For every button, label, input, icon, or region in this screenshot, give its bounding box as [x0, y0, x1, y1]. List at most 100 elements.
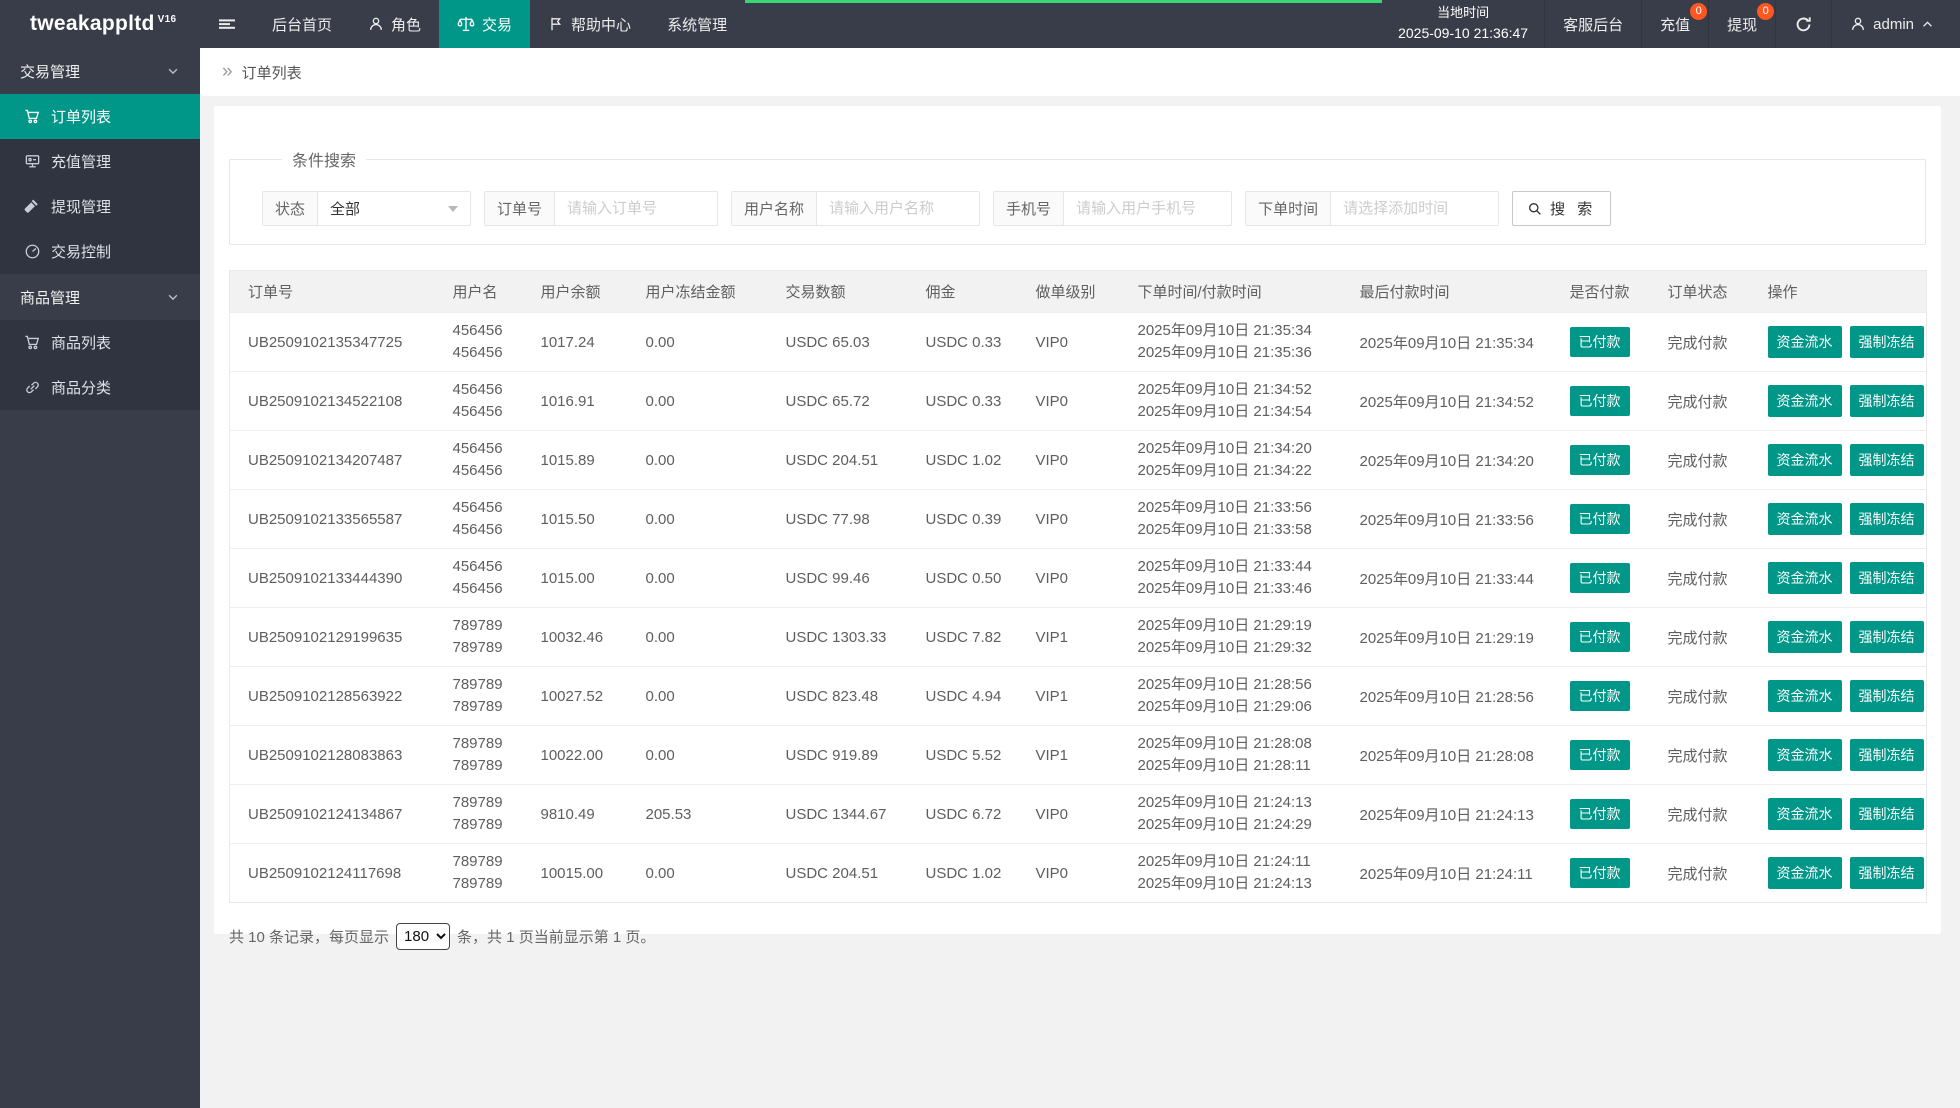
- order-pay-time-cell: 2025年09月10日 21:33:562025年09月10日 21:33:58: [1120, 490, 1342, 549]
- sidebar-group-trade-management[interactable]: 交易管理: [0, 48, 200, 94]
- order-pay-time-cell: 2025年09月10日 21:28:082025年09月10日 21:28:11: [1120, 726, 1342, 785]
- balance-cell: 10027.52: [523, 667, 628, 726]
- order-number-cell: UB2509102134207487: [230, 431, 435, 490]
- search-button[interactable]: 搜 索: [1512, 191, 1611, 226]
- fund-flow-button[interactable]: 资金流水: [1768, 739, 1842, 771]
- force-freeze-button[interactable]: 强制冻结: [1850, 680, 1924, 712]
- vip-level-cell: VIP0: [1018, 785, 1120, 844]
- nav-item-system[interactable]: 系统管理: [649, 0, 745, 48]
- nav-item-dashboard[interactable]: 后台首页: [254, 0, 350, 48]
- sidebar-item-recharge-management[interactable]: 充值管理: [0, 139, 200, 184]
- nav-item-help[interactable]: 帮助中心: [530, 0, 649, 48]
- order-status-cell: 完成付款: [1650, 490, 1750, 549]
- sidebar-item-withdraw-management[interactable]: 提现管理: [0, 184, 200, 229]
- trade-amount-cell: USDC 919.89: [768, 726, 908, 785]
- force-freeze-button[interactable]: 强制冻结: [1850, 562, 1924, 594]
- table-row: UB25091021334443904564564564561015.000.0…: [230, 549, 1927, 608]
- fund-flow-button[interactable]: 资金流水: [1768, 621, 1842, 653]
- trade-amount-cell: USDC 204.51: [768, 844, 908, 903]
- username-line: 456456: [453, 438, 517, 460]
- fund-flow-button[interactable]: 资金流水: [1768, 562, 1842, 594]
- status-select[interactable]: 全部: [318, 192, 470, 225]
- vip-level-cell: VIP0: [1018, 313, 1120, 372]
- sidebar-group-product-management[interactable]: 商品管理: [0, 274, 200, 320]
- force-freeze-button[interactable]: 强制冻结: [1850, 621, 1924, 653]
- table-row: UB250910212856392278978978978910027.520.…: [230, 667, 1927, 726]
- balance-cell: 9810.49: [523, 785, 628, 844]
- frozen-amount-cell: 0.00: [628, 608, 768, 667]
- sidebar-item-product-category[interactable]: 商品分类: [0, 365, 200, 410]
- vip-level-cell: VIP1: [1018, 608, 1120, 667]
- force-freeze-button[interactable]: 强制冻结: [1850, 798, 1924, 830]
- paid-status-cell: 已付款: [1552, 844, 1650, 903]
- column-header: 最后付款时间: [1342, 271, 1552, 313]
- phone-input[interactable]: [1064, 192, 1231, 225]
- order-pay-time-cell: 2025年09月10日 21:34:522025年09月10日 21:34:54: [1120, 372, 1342, 431]
- table-row: UB25091021353477254564564564561017.240.0…: [230, 313, 1927, 372]
- refresh-icon: [1794, 15, 1813, 34]
- force-freeze-button[interactable]: 强制冻结: [1850, 739, 1924, 771]
- balance-cell: 1015.50: [523, 490, 628, 549]
- nav-item-roles[interactable]: 角色: [350, 0, 439, 48]
- fund-flow-button[interactable]: 资金流水: [1768, 503, 1842, 535]
- frozen-amount-cell: 0.00: [628, 431, 768, 490]
- refresh-button[interactable]: [1775, 0, 1831, 48]
- service-backend-button[interactable]: 客服后台: [1544, 0, 1641, 48]
- fund-flow-button[interactable]: 资金流水: [1768, 326, 1842, 358]
- order-no-input[interactable]: [555, 192, 717, 225]
- force-freeze-button[interactable]: 强制冻结: [1850, 857, 1924, 889]
- sidebar: 交易管理 订单列表 充值管理 提现管理 交易控制: [0, 48, 200, 1108]
- table-row: UB250910212919963578978978978910032.460.…: [230, 608, 1927, 667]
- paid-badge: 已付款: [1570, 445, 1630, 475]
- select-caret-icon: [448, 206, 458, 217]
- page-size-select[interactable]: 180: [396, 923, 450, 950]
- table-row: UB25091021342074874564564564561015.890.0…: [230, 431, 1927, 490]
- order-number-cell: UB2509102124134867: [230, 785, 435, 844]
- username-line: 789789: [453, 733, 517, 755]
- order-time-line: 2025年09月10日 21:33:44: [1138, 556, 1336, 578]
- frozen-amount-cell: 0.00: [628, 490, 768, 549]
- force-freeze-button[interactable]: 强制冻结: [1850, 326, 1924, 358]
- commission-cell: USDC 0.50: [908, 549, 1018, 608]
- balance-cell: 10022.00: [523, 726, 628, 785]
- last-pay-time-cell: 2025年09月10日 21:33:56: [1342, 490, 1552, 549]
- fund-flow-button[interactable]: 资金流水: [1768, 385, 1842, 417]
- column-header: 做单级别: [1018, 271, 1120, 313]
- gavel-icon: [24, 198, 41, 215]
- actions-cell: 资金流水强制冻结: [1750, 313, 1927, 372]
- username-line: 456456: [453, 342, 517, 364]
- username-input[interactable]: [817, 192, 979, 225]
- fund-flow-button[interactable]: 资金流水: [1768, 444, 1842, 476]
- force-freeze-button[interactable]: 强制冻结: [1850, 444, 1924, 476]
- orders-table-wrap: 订单号用户名用户余额用户冻结金额交易数额佣金做单级别下单时间/付款时间最后付款时…: [229, 270, 1926, 903]
- order-time-input[interactable]: [1331, 192, 1498, 225]
- trade-amount-cell: USDC 823.48: [768, 667, 908, 726]
- withdraw-button[interactable]: 提现 0: [1708, 0, 1775, 48]
- vip-level-cell: VIP0: [1018, 431, 1120, 490]
- admin-user-menu[interactable]: admin: [1831, 0, 1960, 48]
- sidebar-item-trade-control[interactable]: 交易控制: [0, 229, 200, 274]
- user-icon: [368, 16, 384, 32]
- username-line: 456456: [453, 401, 517, 423]
- sidebar-item-order-list[interactable]: 订单列表: [0, 94, 200, 139]
- username-cell: 456456456456: [435, 490, 523, 549]
- column-header: 交易数额: [768, 271, 908, 313]
- search-legend: 条件搜索: [282, 147, 366, 171]
- withdraw-count-badge: 0: [1757, 3, 1774, 20]
- pagination: 共 10 条记录，每页显示 180 条，共 1 页当前显示第 1 页。: [229, 923, 1926, 950]
- nav-item-trade[interactable]: 交易: [439, 0, 530, 48]
- force-freeze-button[interactable]: 强制冻结: [1850, 385, 1924, 417]
- fund-flow-button[interactable]: 资金流水: [1768, 798, 1842, 830]
- menu-toggle-button[interactable]: [200, 0, 254, 48]
- order-number-cell: UB2509102134522108: [230, 372, 435, 431]
- force-freeze-button[interactable]: 强制冻结: [1850, 503, 1924, 535]
- commission-cell: USDC 0.33: [908, 313, 1018, 372]
- fund-flow-button[interactable]: 资金流水: [1768, 857, 1842, 889]
- flag-icon: [548, 16, 564, 32]
- last-pay-time-cell: 2025年09月10日 21:34:20: [1342, 431, 1552, 490]
- pay-time-line: 2025年09月10日 21:24:13: [1138, 873, 1336, 895]
- fund-flow-button[interactable]: 资金流水: [1768, 680, 1842, 712]
- commission-cell: USDC 7.82: [908, 608, 1018, 667]
- recharge-button[interactable]: 充值 0: [1641, 0, 1708, 48]
- sidebar-item-product-list[interactable]: 商品列表: [0, 320, 200, 365]
